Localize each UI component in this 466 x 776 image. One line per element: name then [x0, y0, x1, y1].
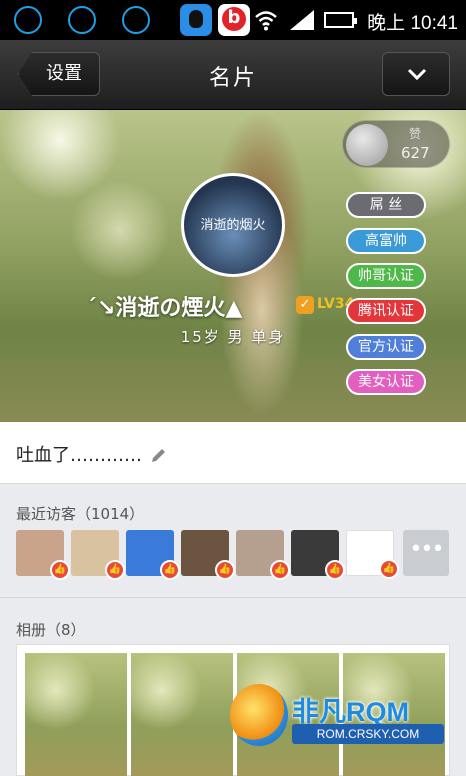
- like-toggle[interactable]: 赞 627: [342, 120, 450, 168]
- toggle-knob: [346, 124, 388, 166]
- thumbs-up-icon: 👍: [50, 560, 70, 580]
- nickname: ˊ↘消逝の煙火▲: [86, 296, 243, 321]
- windows-icon: [14, 6, 42, 34]
- thumbs-up-icon: 👍: [325, 560, 345, 580]
- tag-tencent-certified[interactable]: 腾讯认证: [346, 298, 426, 324]
- beats-icon: [218, 4, 250, 36]
- thumbs-up-icon: 👍: [105, 560, 125, 580]
- like-count: 627: [401, 144, 430, 162]
- tag-diaosi[interactable]: 屌 丝: [346, 192, 426, 218]
- status-bar: 晚上 10:41: [0, 0, 466, 40]
- album-photo[interactable]: [131, 653, 233, 776]
- tag-beauty-certified[interactable]: 美女认证: [346, 369, 426, 395]
- vip-check-icon: ✓: [296, 296, 314, 314]
- back-arrow-icon: [122, 6, 150, 34]
- tag-handsome-certified[interactable]: 帅哥认证: [346, 263, 426, 289]
- visitor-avatar[interactable]: 👍: [236, 530, 290, 580]
- watermark: 非凡RQM ROM.CRSKY.COM: [230, 684, 450, 748]
- thumbs-up-icon: 👍: [160, 560, 180, 580]
- clock: 晚上 10:41: [367, 13, 458, 34]
- visitor-avatar[interactable]: 👍: [291, 530, 345, 580]
- thumbs-up-icon: 👍: [215, 560, 235, 580]
- tag-gaofushuai[interactable]: 高富帅: [346, 228, 426, 254]
- album-photo[interactable]: [25, 653, 127, 776]
- album-label: 相册（8）: [16, 621, 86, 639]
- divider: [0, 597, 466, 598]
- watermark-logo-icon: [230, 684, 288, 746]
- thumbs-up-icon: 👍: [379, 559, 399, 579]
- qq-icon: [180, 4, 212, 36]
- signature-text: 吐血了…………: [16, 445, 142, 466]
- chevron-down-icon: [407, 68, 427, 81]
- avatar-text: 消逝的烟火: [200, 218, 266, 233]
- more-visitors-button[interactable]: •••: [403, 530, 449, 576]
- visitor-avatar[interactable]: 👍: [71, 530, 125, 580]
- visitors-label: 最近访客（1014）: [16, 505, 145, 523]
- visitor-avatar[interactable]: 👍: [181, 530, 235, 580]
- dropdown-button[interactable]: [382, 52, 450, 96]
- like-label: 赞: [409, 127, 422, 141]
- wifi-icon: [255, 11, 277, 31]
- thumbs-up-icon: 👍: [270, 560, 290, 580]
- navigation-icon: [68, 6, 96, 34]
- visitor-avatar[interactable]: 👍: [346, 530, 399, 579]
- visitor-avatar[interactable]: 👍: [126, 530, 180, 580]
- watermark-url: ROM.CRSKY.COM: [292, 724, 444, 744]
- title-bar: 设置 名片: [0, 40, 466, 110]
- profile-banner: 赞 627 消逝的烟火 ˊ↘消逝の煙火▲ ✓ LV34 15岁 男 单身 屌 丝…: [0, 110, 466, 422]
- pencil-icon[interactable]: [150, 446, 168, 464]
- signal-icon: [290, 10, 314, 30]
- visitor-avatar[interactable]: 👍: [16, 530, 70, 580]
- battery-icon: [324, 12, 357, 28]
- avatar[interactable]: 消逝的烟火: [181, 173, 285, 277]
- signature-row[interactable]: 吐血了…………: [0, 422, 466, 484]
- tag-official-certified[interactable]: 官方认证: [346, 334, 426, 360]
